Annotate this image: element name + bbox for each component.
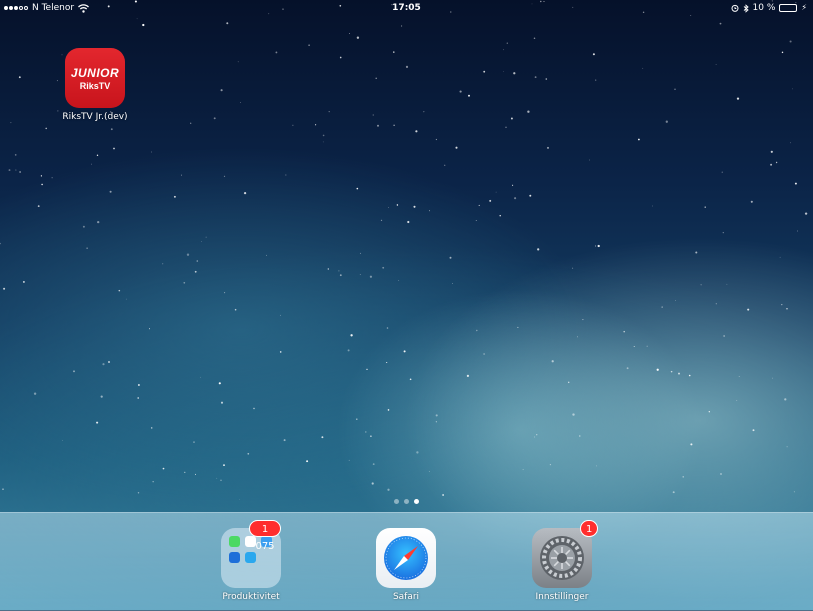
app-label: RiksTV Jr.(dev) (62, 112, 128, 122)
safari-icon[interactable] (376, 528, 436, 588)
clock: 17:05 (392, 3, 421, 13)
messages-icon (229, 536, 240, 547)
charging-bolt-icon: ⚡ (801, 3, 807, 12)
dock-folder-produktivitet[interactable]: 1 075 Produktivitet (206, 520, 296, 602)
battery-icon (779, 4, 798, 12)
outlook-icon (229, 552, 240, 563)
alarm-icon (731, 4, 738, 12)
dock-app-settings[interactable]: 1 Innstillinger (517, 520, 607, 602)
notification-badge: 1 (580, 520, 599, 537)
page-dot[interactable] (404, 499, 409, 504)
app-label: Innstillinger (535, 592, 589, 602)
notification-badge: 1 075 (249, 520, 281, 552)
battery-percentage: 10 % (752, 3, 776, 13)
folder-icon[interactable]: 1 075 (221, 520, 281, 588)
app-label: Produktivitet (222, 592, 280, 602)
app-label: Safari (392, 592, 420, 602)
dock-app-safari[interactable]: Safari (361, 528, 451, 602)
gear-icon (540, 536, 584, 580)
compass-icon (384, 536, 428, 580)
bluetooth-icon (743, 3, 749, 13)
page-dot[interactable] (394, 499, 399, 504)
page-indicator[interactable] (0, 499, 813, 504)
rikstv-junior-icon[interactable]: JUNIOR RiksTV (65, 48, 125, 108)
page-dot[interactable] (414, 499, 419, 504)
app-rikstv-junior[interactable]: JUNIOR RiksTV RiksTV Jr.(dev) (50, 48, 140, 122)
dock: 1 075 Produktivitet Safari 1 Innstilling… (0, 512, 813, 611)
gmail-icon (245, 536, 256, 547)
skype-icon (245, 552, 256, 563)
settings-gear-icon[interactable]: 1 (532, 520, 599, 588)
status-bar: N Telenor 17:05 10 % ⚡ (0, 0, 813, 16)
